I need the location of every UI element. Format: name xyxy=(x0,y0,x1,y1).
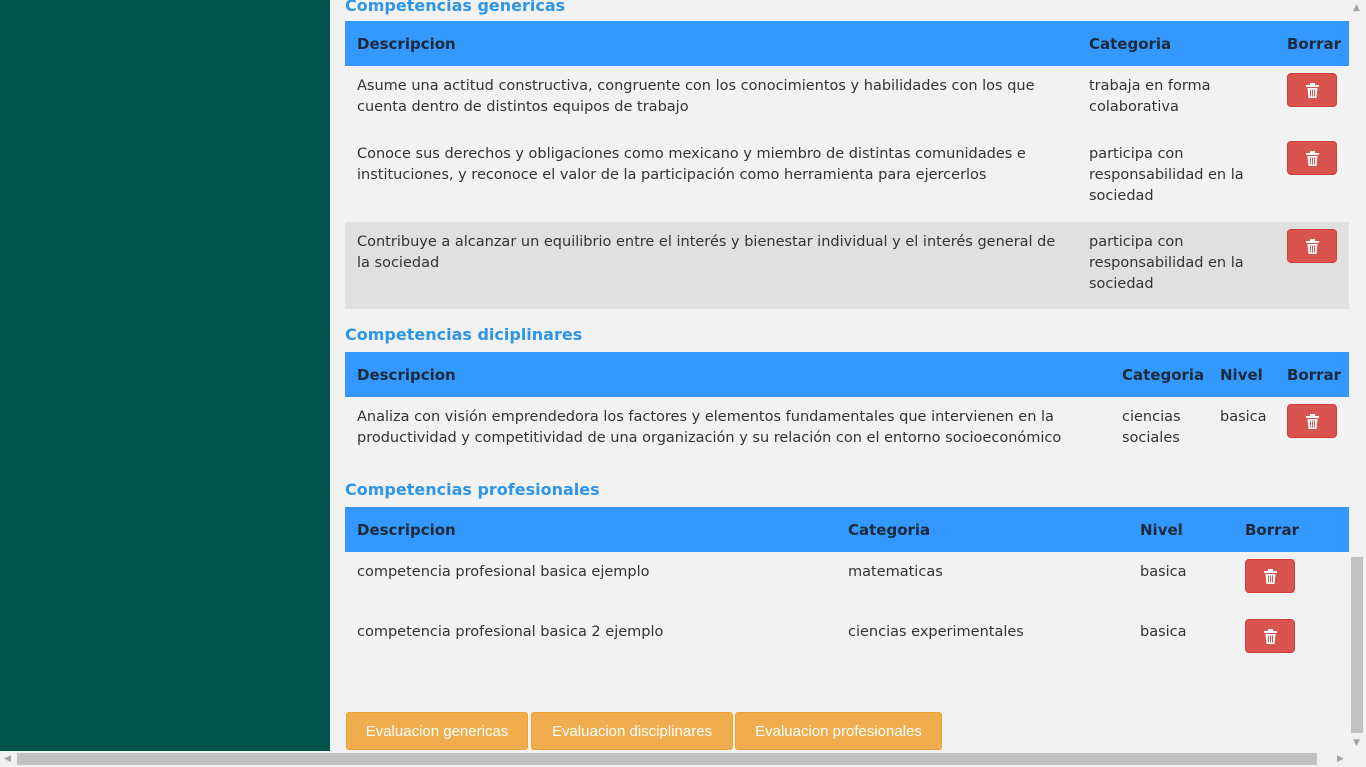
trash-icon xyxy=(1306,83,1319,98)
scroll-left-arrow-icon[interactable]: ◀ xyxy=(4,754,11,764)
delete-button[interactable] xyxy=(1287,404,1337,438)
row-category: ciencias sociales xyxy=(1122,409,1181,446)
row-category: participa con responsabilidad en la soci… xyxy=(1089,146,1244,204)
table-row: Asume una actitud constructiva, congruen… xyxy=(345,66,1349,134)
delete-button[interactable] xyxy=(1287,73,1337,107)
delete-button[interactable] xyxy=(1287,141,1337,175)
table-row: competencia profesional basica 2 ejemplo… xyxy=(345,612,1349,672)
row-level: basica xyxy=(1220,409,1267,425)
generic-section-title: Competencias genericas xyxy=(345,0,566,15)
row-description: competencia profesional basica 2 ejemplo xyxy=(357,624,664,640)
row-description: competencia profesional basica ejemplo xyxy=(357,564,650,580)
professional-table: Descripcion Categoria Nivel Borrar compe… xyxy=(345,507,1349,672)
trash-icon xyxy=(1264,629,1277,644)
table-row: Analiza con visión emprendedora los fact… xyxy=(345,397,1349,465)
column-header-description: Descripcion xyxy=(357,365,456,384)
evaluate-disciplinary-button[interactable]: Evaluacion disciplinares xyxy=(531,712,733,750)
row-description: Contribuye a alcanzar un equilibrio entr… xyxy=(357,234,1056,271)
row-description: Conoce sus derechos y obligaciones como … xyxy=(357,146,1026,183)
row-category: participa con responsabilidad en la soci… xyxy=(1089,234,1244,292)
row-category: matematicas xyxy=(848,564,943,580)
trash-icon xyxy=(1306,151,1319,166)
row-level: basica xyxy=(1140,624,1187,640)
vertical-scrollbar[interactable]: ▲ ▼ xyxy=(1349,0,1366,751)
delete-button[interactable] xyxy=(1287,229,1337,263)
row-category: ciencias experimentales xyxy=(848,624,1024,640)
delete-button[interactable] xyxy=(1245,619,1295,653)
column-header-delete: Borrar xyxy=(1245,520,1300,539)
vertical-scroll-thumb[interactable] xyxy=(1351,557,1363,733)
sidebar xyxy=(0,0,330,751)
table-row: competencia profesional basica ejemplo m… xyxy=(345,552,1349,612)
trash-icon xyxy=(1306,239,1319,254)
professional-section-title: Competencias profesionales xyxy=(345,480,600,499)
table-header-row: Descripcion Categoria Nivel Borrar xyxy=(345,507,1349,552)
column-header-delete: Borrar xyxy=(1287,365,1342,384)
table-header-row: Descripcion Categoria Nivel Borrar xyxy=(345,352,1349,397)
column-header-description: Descripcion xyxy=(357,520,456,539)
column-header-level: Nivel xyxy=(1220,365,1263,384)
generic-table: Descripcion Categoria Borrar Asume una a… xyxy=(345,21,1349,309)
disciplinary-section-title: Competencias diciplinares xyxy=(345,325,583,344)
scroll-down-arrow-icon[interactable]: ▼ xyxy=(1353,738,1360,748)
scroll-up-arrow-icon[interactable]: ▲ xyxy=(1353,3,1360,13)
trash-icon xyxy=(1264,569,1277,584)
column-header-category: Categoria xyxy=(1122,365,1205,384)
disciplinary-table: Descripcion Categoria Nivel Borrar Anali… xyxy=(345,352,1349,465)
column-header-category: Categoria xyxy=(1089,34,1172,53)
table-row: Conoce sus derechos y obligaciones como … xyxy=(345,134,1349,222)
row-description: Analiza con visión emprendedora los fact… xyxy=(357,409,1062,446)
horizontal-scroll-thumb[interactable] xyxy=(17,753,1317,765)
column-header-category: Categoria xyxy=(848,520,931,539)
row-level: basica xyxy=(1140,564,1187,580)
column-header-delete: Borrar xyxy=(1287,34,1342,53)
row-description: Asume una actitud constructiva, congruen… xyxy=(357,78,1035,115)
row-category: trabaja en forma colaborativa xyxy=(1089,78,1211,115)
table-row: Contribuye a alcanzar un equilibrio entr… xyxy=(345,222,1349,309)
horizontal-scrollbar[interactable]: ◀ ▶ xyxy=(0,751,1366,767)
evaluate-generic-button[interactable]: Evaluacion genericas xyxy=(346,712,528,750)
column-header-level: Nivel xyxy=(1140,520,1183,539)
column-header-description: Descripcion xyxy=(357,34,456,53)
scroll-right-arrow-icon[interactable]: ▶ xyxy=(1337,754,1344,764)
table-header-row: Descripcion Categoria Borrar xyxy=(345,21,1349,66)
delete-button[interactable] xyxy=(1245,559,1295,593)
evaluate-professional-button[interactable]: Evaluacion profesionales xyxy=(735,712,942,750)
trash-icon xyxy=(1306,414,1319,429)
